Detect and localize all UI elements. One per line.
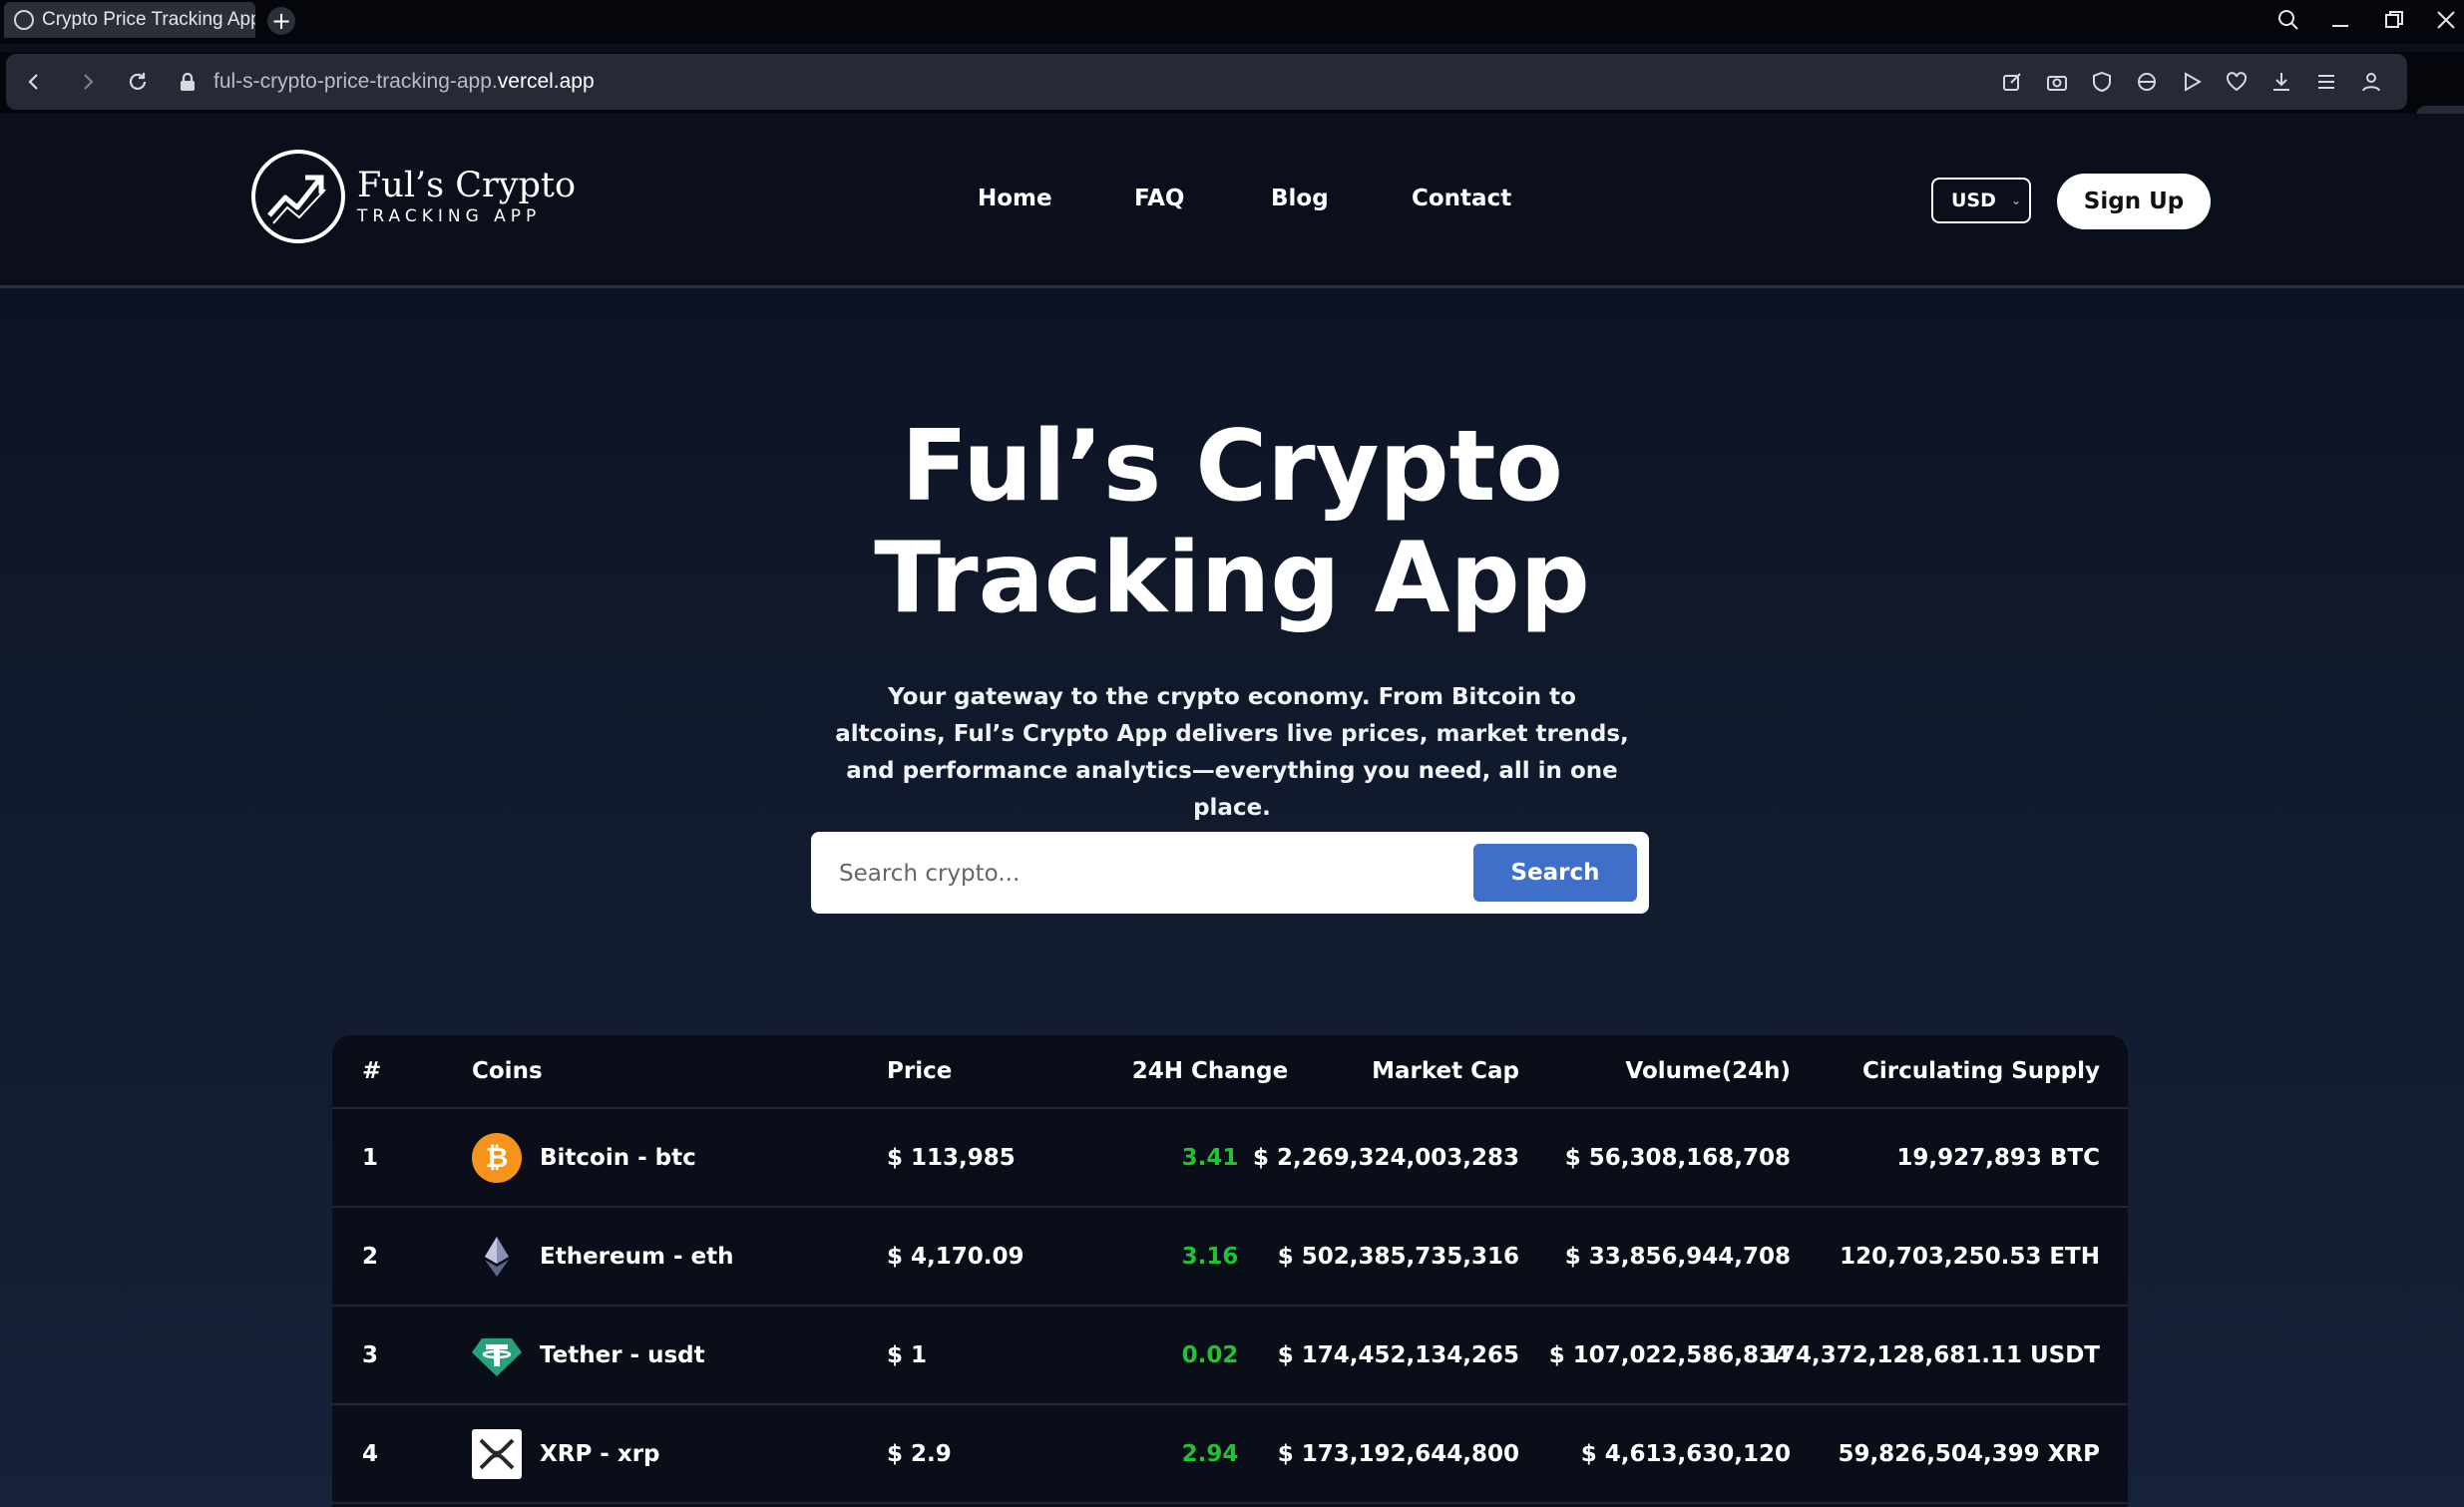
site-header: Ful’s Crypto TRACKING APP Home FAQ Blog … [0,114,2464,288]
browser-search-icon[interactable] [2268,4,2308,36]
row-price: $ 2.9 [887,1440,952,1467]
row-volume: $ 33,856,944,708 [1564,1243,1791,1270]
row-price: $ 4,170.09 [887,1243,1025,1270]
tab-favicon-icon [14,10,34,30]
row-rank: 4 [362,1440,379,1467]
table-row[interactable]: 2 Ethereum - eth $ 4,170.09 3.16 $ 502,3… [332,1208,2128,1307]
row-market-cap: $ 173,192,644,800 [1277,1440,1519,1467]
header-volume: Volume(24h) [1625,1058,1791,1084]
url-text[interactable]: ful-s-crypto-price-tracking-app.vercel.a… [213,66,595,98]
play-icon[interactable] [2175,64,2208,100]
hero-description: Your gateway to the crypto economy. From… [835,684,1629,821]
shield-icon[interactable] [2085,64,2118,100]
row-supply: 59,826,504,399 XRP [1838,1440,2100,1467]
row-coin[interactable]: Tether - usdt [472,1307,705,1403]
page: Ful’s Crypto TRACKING APP Home FAQ Blog … [0,114,2464,1507]
table-row[interactable]: 1 ₿ Bitcoin - btc $ 113,985 3.41 $ 2,269… [332,1109,2128,1208]
restore-icon[interactable] [2374,4,2414,36]
search-form: Search [811,832,1649,916]
table-row[interactable]: 3 Tether - usdt $ 1 0.02 $ 174,452,134,2… [332,1307,2128,1405]
search-button[interactable]: Search [1473,844,1637,902]
currency-value: USD [1951,189,1996,211]
chevron-down-icon: ⌄ [2010,193,2021,207]
menu-icon[interactable] [2309,64,2342,100]
row-market-cap: $ 502,385,735,316 [1277,1243,1519,1270]
bitcoin-icon: ₿ [472,1132,522,1183]
profile-icon[interactable] [2354,64,2387,100]
tether-icon [472,1330,522,1380]
row-price: $ 1 [887,1341,928,1368]
tab-title: Crypto Price Tracking App [42,9,255,30]
heart-icon[interactable] [2220,64,2253,100]
coin-name: Ethereum - eth [540,1243,734,1270]
signup-button[interactable]: Sign Up [2057,174,2211,229]
row-volume: $ 107,022,586,834 [1548,1341,1791,1368]
reload-icon[interactable] [122,66,154,98]
vpn-globe-icon[interactable] [2130,64,2163,100]
crypto-table: # Coins Price 24H Change Market Cap Volu… [332,1035,2128,1507]
row-volume: $ 4,613,630,120 [1580,1440,1791,1467]
browser-tab[interactable]: Crypto Price Tracking App [4,2,255,38]
address-bar: ful-s-crypto-price-tracking-app.vercel.a… [6,54,2407,110]
row-rank: 3 [362,1341,379,1368]
close-icon[interactable] [2426,4,2464,36]
lock-icon[interactable] [172,66,204,98]
coin-name: Tether - usdt [540,1341,705,1368]
address-bar-area: ful-s-crypto-price-tracking-app.vercel.a… [0,52,2464,162]
table-row[interactable]: 4 XRP - xrp $ 2.9 2.94 $ 173,192,644,800… [332,1405,2128,1504]
table-header-row: # Coins Price 24H Change Market Cap Volu… [332,1035,2128,1109]
row-coin[interactable]: XRP - xrp [472,1405,660,1502]
xrp-icon [472,1428,522,1479]
camera-icon[interactable] [2040,64,2073,100]
nav-home[interactable]: Home [978,186,1052,211]
nav-contact[interactable]: Contact [1412,186,1511,211]
row-coin[interactable]: Ethereum - eth [472,1208,734,1305]
nav-faq[interactable]: FAQ [1134,186,1184,211]
forward-icon[interactable] [72,66,104,98]
row-volume: $ 56,308,168,708 [1564,1144,1791,1171]
minimize-icon[interactable] [2320,4,2360,36]
row-market-cap: $ 2,269,324,003,283 [1252,1144,1519,1171]
edit-page-icon[interactable] [1995,64,2028,100]
header-price: Price [887,1058,953,1084]
url-domain: vercel.app [497,70,595,93]
extension-icons [1995,64,2387,100]
currency-select[interactable]: USD ⌄ [1931,178,2031,223]
browser-tab-bar: Crypto Price Tracking App + [0,0,2464,44]
row-supply: 19,927,893 BTC [1896,1144,2100,1171]
row-rank: 1 [362,1144,379,1171]
coin-name: XRP - xrp [540,1440,660,1467]
ethereum-icon [472,1232,522,1282]
row-supply: 174,372,128,681.11 USDT [1763,1341,2100,1368]
row-supply: 120,703,250.53 ETH [1840,1243,2100,1270]
logo-chart-icon [251,150,345,243]
header-market-cap: Market Cap [1372,1058,1519,1084]
svg-text:₿: ₿ [486,1141,509,1174]
download-icon[interactable] [2264,64,2297,100]
row-coin[interactable]: ₿ Bitcoin - btc [472,1109,696,1206]
logo[interactable]: Ful’s Crypto TRACKING APP [251,150,576,243]
hero-title-line1: Ful’s Crypto [901,410,1563,524]
hero-title: Ful’s Crypto Tracking App [0,411,2464,634]
row-rank: 2 [362,1243,379,1270]
hero-title-line2: Tracking App [874,522,1590,635]
header-supply: Circulating Supply [1862,1058,2100,1084]
new-tab-button[interactable]: + [267,7,295,35]
nav-blog[interactable]: Blog [1271,186,1329,211]
logo-title: Ful’s Crypto [357,166,577,205]
search-input[interactable] [837,832,1439,916]
header-24h-change: 24H Change [1131,1058,1289,1084]
logo-subtitle: TRACKING APP [357,206,542,226]
url-path: ful-s-crypto-price-tracking-app. [213,70,498,93]
coin-name: Bitcoin - btc [540,1144,696,1171]
header-coins: Coins [472,1058,543,1084]
header-rank: # [362,1058,382,1084]
row-price: $ 113,985 [887,1144,1016,1171]
row-market-cap: $ 174,452,134,265 [1277,1341,1519,1368]
back-icon[interactable] [18,66,50,98]
